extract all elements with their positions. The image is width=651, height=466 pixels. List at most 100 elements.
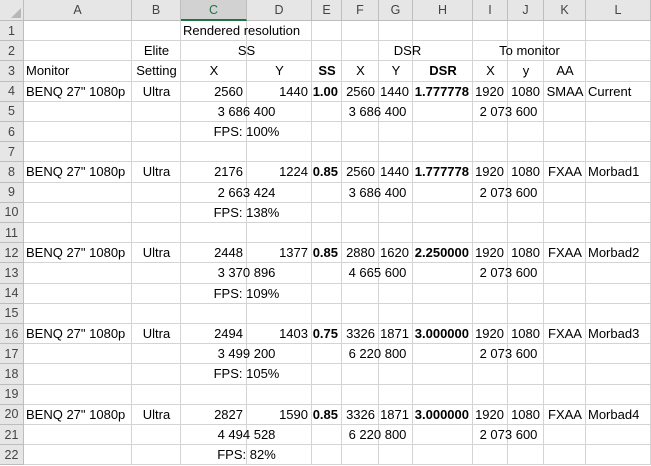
cell-b18[interactable] xyxy=(132,364,181,385)
select-all-corner[interactable] xyxy=(0,0,24,21)
cell-h13[interactable] xyxy=(413,263,473,284)
cell-b17[interactable] xyxy=(132,344,181,365)
cell-g18[interactable] xyxy=(379,364,413,385)
cell-l14[interactable] xyxy=(586,283,651,304)
cell-l22[interactable] xyxy=(586,445,651,466)
cell-e13[interactable] xyxy=(312,263,342,284)
cell-h1[interactable] xyxy=(413,21,473,42)
cell-k5[interactable] xyxy=(544,101,586,122)
row-header-10[interactable]: 10 xyxy=(0,202,24,223)
cell-e14[interactable] xyxy=(312,283,342,304)
cell-f15[interactable] xyxy=(342,303,379,324)
cell-i14[interactable] xyxy=(473,283,508,304)
cell-k15[interactable] xyxy=(544,303,586,324)
cell-e15[interactable] xyxy=(312,303,342,324)
row-header-6[interactable]: 6 xyxy=(0,122,24,143)
cell-a5[interactable] xyxy=(24,101,132,122)
cell-f19[interactable] xyxy=(342,384,379,405)
row-header-14[interactable]: 14 xyxy=(0,283,24,304)
cell-a9[interactable] xyxy=(24,182,132,203)
cell-l6[interactable] xyxy=(586,122,651,143)
cell-g22[interactable] xyxy=(379,445,413,466)
cell-f14[interactable] xyxy=(342,283,379,304)
cell-e6[interactable] xyxy=(312,122,342,143)
cell-g11[interactable] xyxy=(379,223,413,244)
cell-e7[interactable] xyxy=(312,142,342,163)
row-header-3[interactable]: 3 xyxy=(0,61,24,82)
cell-e1[interactable] xyxy=(312,21,342,42)
row-header-4[interactable]: 4 xyxy=(0,81,24,102)
cell-k21[interactable] xyxy=(544,425,586,446)
cell-k22[interactable] xyxy=(544,445,586,466)
cell-f10[interactable] xyxy=(342,202,379,223)
cell-h9[interactable] xyxy=(413,182,473,203)
cell-a18[interactable] xyxy=(24,364,132,385)
cell-k9[interactable] xyxy=(544,182,586,203)
cell-g19[interactable] xyxy=(379,384,413,405)
cell-a1[interactable] xyxy=(24,21,132,42)
cell-j15[interactable] xyxy=(508,303,544,324)
cell-f22[interactable] xyxy=(342,445,379,466)
cell-f7[interactable] xyxy=(342,142,379,163)
cell-j22[interactable] xyxy=(508,445,544,466)
cell-g6[interactable] xyxy=(379,122,413,143)
cell-l10[interactable] xyxy=(586,202,651,223)
cell-f1[interactable] xyxy=(342,21,379,42)
cell-e21[interactable] xyxy=(312,425,342,446)
cell-b21[interactable] xyxy=(132,425,181,446)
cell-b9[interactable] xyxy=(132,182,181,203)
row-header-21[interactable]: 21 xyxy=(0,425,24,446)
column-header-k[interactable]: K xyxy=(544,0,586,21)
cell-e17[interactable] xyxy=(312,344,342,365)
cell-f6[interactable] xyxy=(342,122,379,143)
cell-a11[interactable] xyxy=(24,223,132,244)
cell-k18[interactable] xyxy=(544,364,586,385)
cell-l19[interactable] xyxy=(586,384,651,405)
cell-b10[interactable] xyxy=(132,202,181,223)
cell-i19[interactable] xyxy=(473,384,508,405)
cell-b15[interactable] xyxy=(132,303,181,324)
row-header-17[interactable]: 17 xyxy=(0,344,24,365)
cell-l2[interactable] xyxy=(586,41,651,62)
cell-e22[interactable] xyxy=(312,445,342,466)
cell-k11[interactable] xyxy=(544,223,586,244)
cell-a19[interactable] xyxy=(24,384,132,405)
cell-l13[interactable] xyxy=(586,263,651,284)
cell-h19[interactable] xyxy=(413,384,473,405)
row-header-18[interactable]: 18 xyxy=(0,364,24,385)
cell-h10[interactable] xyxy=(413,202,473,223)
cell-k19[interactable] xyxy=(544,384,586,405)
row-header-9[interactable]: 9 xyxy=(0,182,24,203)
cell-i11[interactable] xyxy=(473,223,508,244)
cell-d19[interactable] xyxy=(247,384,312,405)
cell-l11[interactable] xyxy=(586,223,651,244)
cell-e11[interactable] xyxy=(312,223,342,244)
cell-d15[interactable] xyxy=(247,303,312,324)
cell-c7[interactable] xyxy=(181,142,247,163)
cell-c19[interactable] xyxy=(181,384,247,405)
cell-b14[interactable] xyxy=(132,283,181,304)
cell-l9[interactable] xyxy=(586,182,651,203)
cell-l3[interactable] xyxy=(586,61,651,82)
cell-a10[interactable] xyxy=(24,202,132,223)
cell-i15[interactable] xyxy=(473,303,508,324)
cell-j18[interactable] xyxy=(508,364,544,385)
cell-g1[interactable] xyxy=(379,21,413,42)
row-header-2[interactable]: 2 xyxy=(0,41,24,62)
cell-h18[interactable] xyxy=(413,364,473,385)
row-header-20[interactable]: 20 xyxy=(0,404,24,425)
cell-b22[interactable] xyxy=(132,445,181,466)
cell-a15[interactable] xyxy=(24,303,132,324)
cell-i10[interactable] xyxy=(473,202,508,223)
cell-e9[interactable] xyxy=(312,182,342,203)
column-header-d[interactable]: D xyxy=(247,0,312,21)
cell-h7[interactable] xyxy=(413,142,473,163)
cell-c15[interactable] xyxy=(181,303,247,324)
cell-b11[interactable] xyxy=(132,223,181,244)
cell-d11[interactable] xyxy=(247,223,312,244)
cell-a17[interactable] xyxy=(24,344,132,365)
cell-k1[interactable] xyxy=(544,21,586,42)
cell-l7[interactable] xyxy=(586,142,651,163)
cell-f11[interactable] xyxy=(342,223,379,244)
column-header-e[interactable]: E xyxy=(312,0,342,21)
